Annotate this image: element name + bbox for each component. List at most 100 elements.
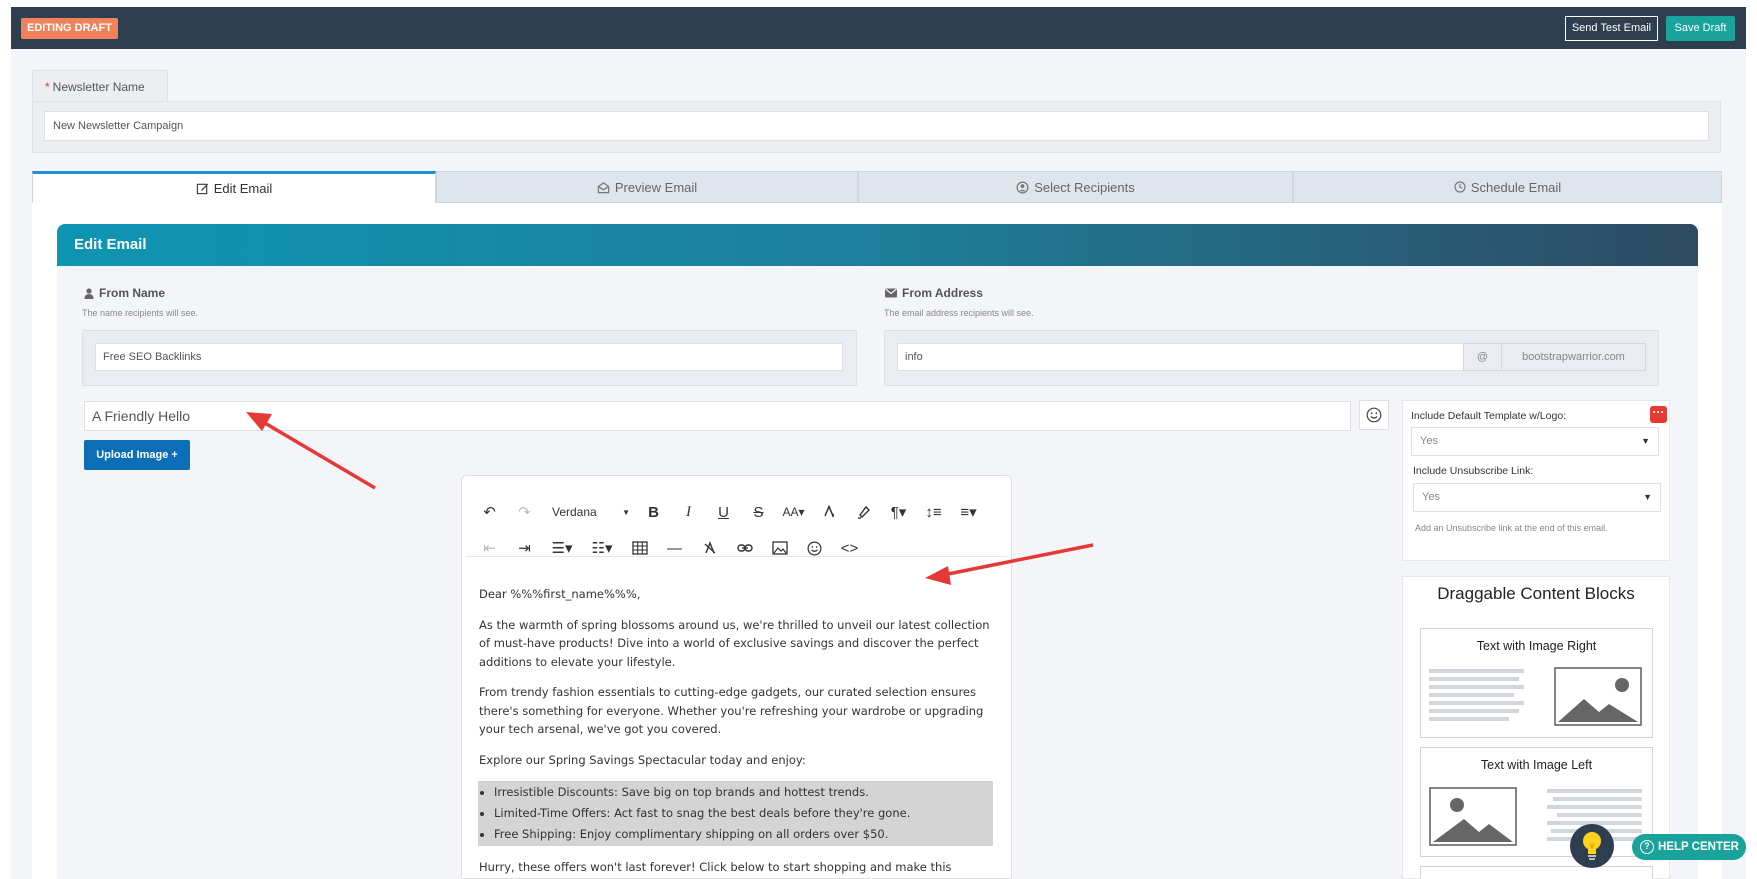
tab-schedule-email[interactable]: Schedule Email <box>1293 171 1722 203</box>
domain-addon: bootstrapwarrior.com <box>1501 343 1646 371</box>
code-view-icon[interactable]: <> <box>832 533 867 563</box>
editor-toolbar-row-1: ↶ ↷ Verdana ▼ B I U S AA▾ ¶▾ ↕≡ ≡▾ <box>472 495 986 529</box>
table-icon[interactable] <box>622 533 657 563</box>
link-icon[interactable] <box>727 533 762 563</box>
unsubscribe-help: Add an Unsubscribe link at the end of th… <box>1415 523 1608 533</box>
save-draft-button[interactable]: Save Draft <box>1666 16 1735 41</box>
editor-toolbar-row-2: ⇤ ⇥ ☰▾ ☷▾ — <> <box>472 531 867 565</box>
newsletter-name-input[interactable]: New Newsletter Campaign <box>44 111 1709 141</box>
clock-icon <box>1454 181 1466 193</box>
envelope-open-icon <box>597 181 610 193</box>
block-title: Text with Image Right <box>1476 639 1597 653</box>
edit-email-header: Edit Email <box>57 224 1698 266</box>
envelope-icon <box>885 288 897 298</box>
status-badge: EDITING DRAFT <box>21 18 118 39</box>
outdent-icon[interactable]: ⇤ <box>472 533 507 563</box>
unsubscribe-option-label: Include Unsubscribe Link: <box>1413 465 1534 477</box>
user-icon <box>84 287 94 299</box>
tab-label: Preview Email <box>614 179 698 195</box>
email-editor[interactable]: ↶ ↷ Verdana ▼ B I U S AA▾ ¶▾ ↕≡ ≡▾ ⇤ ⇥ ☰▾… <box>461 475 1012 879</box>
tab-label: Edit Email <box>213 181 273 196</box>
template-select-value: Yes <box>1420 435 1438 447</box>
template-option-label: Include Default Template w/Logo: <box>1411 410 1567 422</box>
question-circle-icon: ? <box>1640 840 1654 854</box>
list-item: Free Shipping: Enjoy complimentary shipp… <box>494 824 993 845</box>
text-color-icon[interactable] <box>811 497 846 527</box>
template-select[interactable]: Yes ▼ <box>1411 427 1659 456</box>
tips-lightbulb-button[interactable] <box>1570 824 1614 868</box>
from-address-local-input[interactable]: info <box>897 343 1464 371</box>
help-center-label: HELP CENTER <box>1658 841 1739 853</box>
underline-icon[interactable]: U <box>706 497 741 527</box>
block-text-image-left[interactable]: Text with Image Left <box>1420 747 1653 857</box>
ordered-list-icon[interactable]: ☰▾ <box>542 533 582 563</box>
indent-icon[interactable]: ⇥ <box>507 533 542 563</box>
paragraph-icon[interactable]: ¶▾ <box>881 497 916 527</box>
caret-down-icon: ▼ <box>622 507 630 517</box>
tab-bar: Edit Email Preview Email Select Recipien… <box>32 171 1722 203</box>
emoji-button[interactable] <box>1359 400 1389 430</box>
undo-icon[interactable]: ↶ <box>472 497 507 527</box>
redo-icon[interactable]: ↷ <box>507 497 542 527</box>
font-size-icon[interactable]: AA▾ <box>776 497 811 527</box>
from-address-help: The email address recipients will see. <box>884 308 1034 318</box>
block-preview-image <box>1429 667 1642 726</box>
offers-list: Irresistible Discounts: Save big on top … <box>478 781 993 846</box>
upload-image-button[interactable]: Upload Image + <box>84 440 190 470</box>
clear-format-icon[interactable] <box>692 533 727 563</box>
greeting-paragraph: Dear %%%first_name%%%, <box>479 587 641 601</box>
tab-label: Select Recipients <box>1034 179 1135 195</box>
from-address-label: From Address <box>885 286 983 300</box>
emoji-icon[interactable] <box>797 533 832 563</box>
line-height-icon[interactable]: ↕≡ <box>916 497 951 527</box>
block-card-partial[interactable] <box>1420 866 1653 879</box>
body-paragraph: Explore our Spring Savings Spectacular t… <box>479 752 806 767</box>
smile-icon <box>1366 407 1382 423</box>
more-options-icon[interactable]: ··· <box>1650 406 1667 423</box>
email-options-panel <box>1402 400 1670 561</box>
from-name-label-text: From Name <box>99 286 166 300</box>
align-icon[interactable]: ≡▾ <box>951 497 986 527</box>
required-mark: * <box>45 80 50 94</box>
tab-edit-email[interactable]: Edit Email <box>32 171 436 203</box>
at-sign-addon: @ <box>1463 343 1502 371</box>
list-item: Limited-Time Offers: Act fast to snag th… <box>494 803 993 824</box>
lightbulb-icon <box>1583 832 1601 860</box>
horizontal-rule-icon[interactable]: — <box>657 533 692 563</box>
send-test-email-button[interactable]: Send Test Email <box>1565 16 1658 41</box>
from-name-input[interactable]: Free SEO Backlinks <box>95 343 843 371</box>
body-paragraph: Hurry, these offers won't last forever! … <box>479 860 952 874</box>
font-family-select[interactable]: Verdana ▼ <box>542 497 636 527</box>
unordered-list-icon[interactable]: ☷▾ <box>582 533 622 563</box>
newsletter-name-label-text: Newsletter Name <box>52 80 145 94</box>
unsubscribe-select-value: Yes <box>1422 491 1440 503</box>
edit-icon <box>196 183 208 195</box>
image-icon[interactable] <box>762 533 797 563</box>
help-center-button[interactable]: ? HELP CENTER <box>1632 834 1746 860</box>
tab-label: Schedule Email <box>1470 179 1562 195</box>
from-name-label: From Name <box>84 286 165 300</box>
from-name-help: The name recipients will see. <box>82 308 199 318</box>
body-paragraph: From trendy fashion essentials to cuttin… <box>479 685 984 736</box>
plus-icon: + <box>171 449 178 461</box>
caret-down-icon: ▼ <box>1641 436 1650 446</box>
body-paragraph: As the warmth of spring blossoms around … <box>479 617 990 669</box>
from-address-label-text: From Address <box>902 286 983 300</box>
block-text-image-right[interactable]: Text with Image Right <box>1420 628 1653 738</box>
upload-image-label: Upload Image <box>96 449 169 461</box>
strikethrough-icon[interactable]: S <box>741 497 776 527</box>
tab-select-recipients[interactable]: Select Recipients <box>858 171 1293 203</box>
user-circle-icon <box>1016 181 1029 193</box>
italic-icon[interactable]: I <box>671 497 706 527</box>
tab-preview-email[interactable]: Preview Email <box>436 171 858 203</box>
highlight-icon[interactable] <box>846 497 881 527</box>
font-family-value: Verdana <box>552 505 597 519</box>
bold-icon[interactable]: B <box>636 497 671 527</box>
content-blocks-title: Draggable Content Blocks <box>1437 584 1635 603</box>
top-bar <box>11 7 1746 49</box>
list-item: Irresistible Discounts: Save big on top … <box>494 782 993 803</box>
toolbar-divider <box>466 556 1007 557</box>
editor-content[interactable]: Dear %%%first_name%%%, As the warmth of … <box>478 585 999 879</box>
subject-input[interactable]: A Friendly Hello <box>84 401 1351 431</box>
unsubscribe-select[interactable]: Yes ▼ <box>1413 483 1661 512</box>
